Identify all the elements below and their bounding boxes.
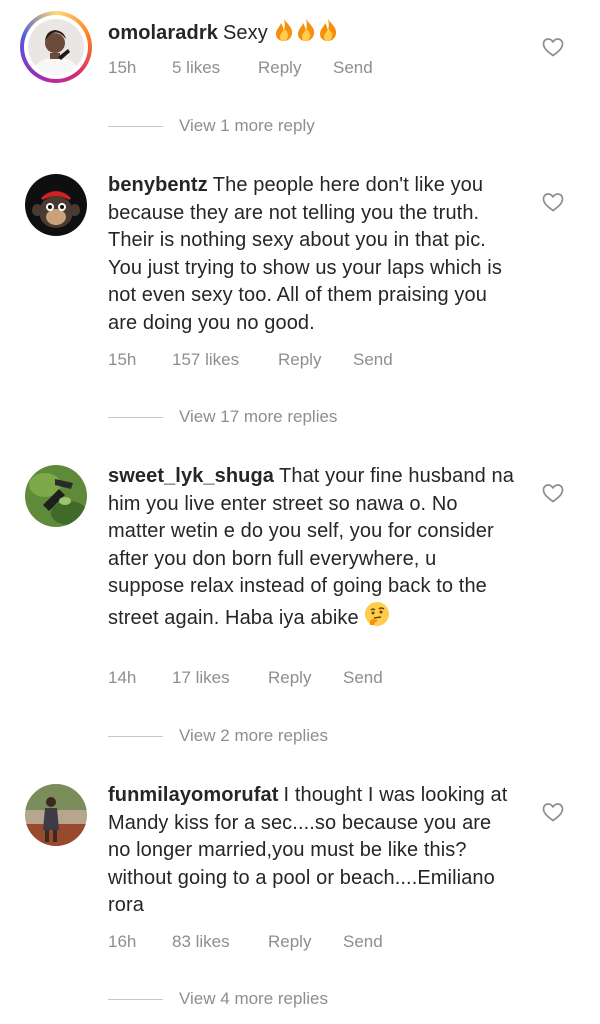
send-button[interactable]: Send — [343, 931, 383, 953]
avatar-photo — [28, 19, 84, 75]
comment-username[interactable]: sweet_lyk_shuga — [108, 465, 274, 487]
view-more-label[interactable]: View 1 more reply — [179, 115, 315, 137]
view-more-divider — [108, 999, 163, 1000]
view-more-replies[interactable]: View 2 more replies — [108, 725, 408, 747]
comment-text: Sexy — [222, 22, 268, 44]
send-button[interactable]: Send — [333, 57, 373, 79]
view-more-label[interactable]: View 17 more replies — [179, 406, 337, 428]
view-more-replies[interactable]: View 1 more reply — [108, 115, 408, 137]
avatar-funmilayomorufat[interactable] — [25, 784, 87, 846]
comment-body: omolaradrk Sexy — [108, 18, 518, 51]
fire-emoji — [317, 18, 339, 51]
send-button[interactable]: Send — [343, 667, 383, 689]
comment-likes[interactable]: 17 likes — [172, 667, 230, 689]
view-more-replies[interactable]: View 4 more replies — [108, 988, 408, 1010]
comment-likes[interactable]: 157 likes — [172, 349, 239, 371]
view-more-divider — [108, 417, 163, 418]
avatar-sweet_lyk_shuga[interactable] — [25, 465, 87, 527]
send-button[interactable]: Send — [353, 349, 393, 371]
view-more-label[interactable]: View 2 more replies — [179, 725, 328, 747]
view-more-divider — [108, 126, 163, 127]
thinking-face-emoji — [364, 601, 390, 636]
comment-body: benybentz The people here don't like you … — [108, 172, 518, 337]
comment-time: 14h — [108, 668, 137, 687]
fire-emoji — [273, 18, 295, 51]
avatar-image — [25, 174, 87, 236]
reply-button[interactable]: Reply — [268, 667, 311, 689]
comment-text: The people here don't like you because t… — [108, 174, 502, 334]
view-more-replies[interactable]: View 17 more replies — [108, 406, 408, 428]
avatar-benybentz[interactable] — [25, 174, 87, 236]
comment-time: 16h — [108, 932, 137, 951]
heart-outline-icon[interactable] — [541, 190, 565, 214]
reply-button[interactable]: Reply — [268, 931, 311, 953]
comment-body: sweet_lyk_shuga That your fine husband na… — [108, 463, 518, 635]
view-more-label[interactable]: View 4 more replies — [179, 988, 328, 1010]
fire-emoji — [295, 18, 317, 51]
comment-time: 15h — [108, 58, 137, 77]
comment-text: That your fine husband na him you live e… — [108, 465, 514, 629]
reply-button[interactable]: Reply — [278, 349, 321, 371]
comment-body: funmilayomorufat I thought I was looking … — [108, 782, 518, 920]
reply-button[interactable]: Reply — [258, 57, 301, 79]
comment-username[interactable]: benybentz — [108, 174, 208, 196]
avatar-image — [25, 465, 87, 527]
avatar-image — [25, 784, 87, 846]
view-more-divider — [108, 736, 163, 737]
comment-username[interactable]: funmilayomorufat — [108, 784, 279, 806]
avatar-image — [28, 19, 84, 75]
comment-username[interactable]: omolaradrk — [108, 22, 218, 44]
heart-outline-icon[interactable] — [541, 35, 565, 59]
comment-likes[interactable]: 83 likes — [172, 931, 230, 953]
heart-outline-icon[interactable] — [541, 481, 565, 505]
comment-likes[interactable]: 5 likes — [172, 57, 220, 79]
heart-outline-icon[interactable] — [541, 800, 565, 824]
comment-time: 15h — [108, 350, 137, 369]
avatar-omolaradrk[interactable] — [20, 11, 92, 83]
